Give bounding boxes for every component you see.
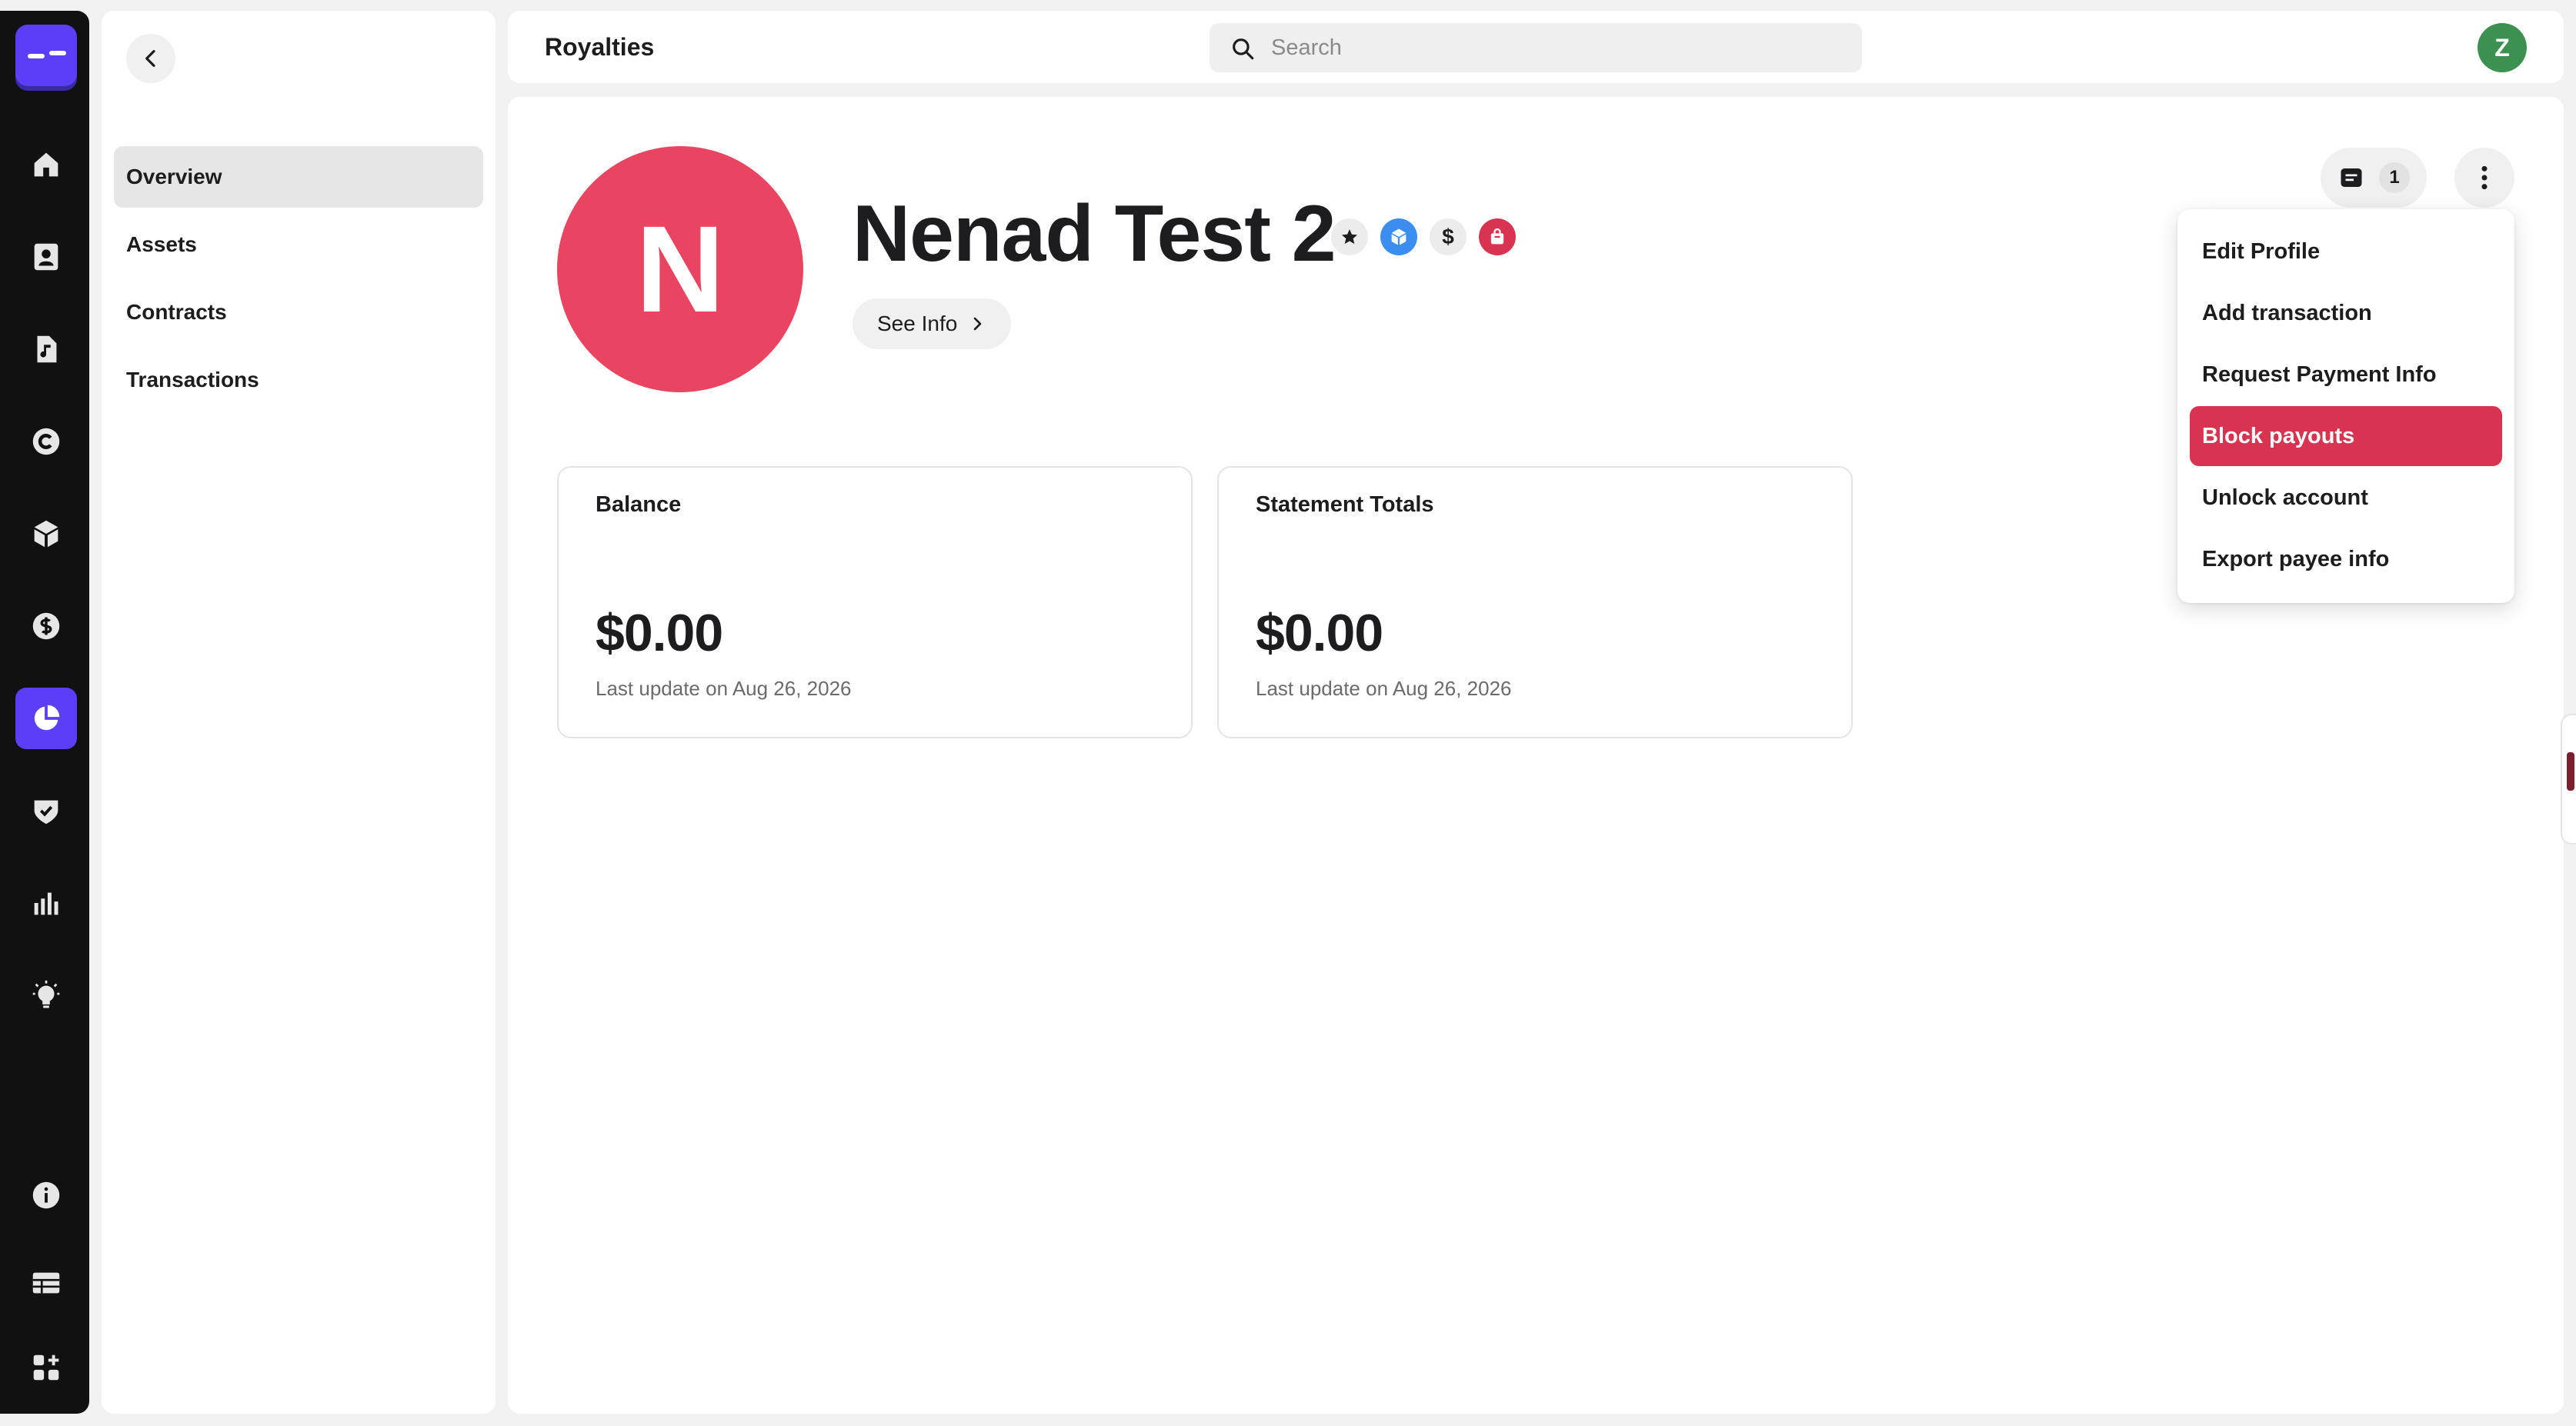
menu-item-block-payouts[interactable]: Block payouts (2190, 406, 2502, 466)
music-note-icon[interactable] (15, 318, 77, 380)
see-info-label: See Info (877, 312, 958, 335)
nav-item-transactions[interactable]: Transactions (114, 349, 483, 411)
message-count-badge: 1 (2379, 162, 2410, 193)
pie-chart-icon[interactable] (15, 688, 77, 749)
card-amount: $0.00 (1256, 604, 1383, 662)
shopping-bag-icon (1479, 218, 1516, 255)
copyright-icon[interactable] (15, 411, 77, 472)
back-button[interactable] (126, 34, 175, 83)
chevron-left-icon (145, 50, 155, 67)
cube-icon (1380, 218, 1417, 255)
card-amount: $0.00 (596, 604, 723, 662)
payee-name: Nenad Test 2 (853, 189, 1336, 278)
chevron-right-icon (974, 317, 982, 331)
nav-item-assets[interactable]: Assets (114, 214, 483, 275)
bar-chart-icon[interactable] (15, 872, 77, 934)
box-icon[interactable] (15, 503, 77, 565)
menu-item-add-transaction[interactable]: Add transaction (2190, 283, 2502, 343)
top-header: Royalties Z (508, 11, 2564, 83)
side-drawer-handle[interactable] (2561, 714, 2576, 845)
user-avatar[interactable]: Z (2478, 23, 2527, 72)
lightbulb-icon[interactable] (15, 965, 77, 1026)
messages-button[interactable]: 1 (2321, 148, 2427, 208)
card-last-update: Last update on Aug 26, 2026 (1256, 677, 1512, 700)
more-vertical-icon (2481, 165, 2488, 190)
dollar-badge-icon: $ (1430, 218, 1467, 255)
card-title: Statement Totals (1256, 492, 1434, 517)
info-icon[interactable] (15, 1164, 77, 1226)
statement-totals-card: Statement Totals $0.00 Last update on Au… (1217, 466, 1853, 738)
page-title: Royalties (545, 33, 655, 61)
nav-item-contracts[interactable]: Contracts (114, 282, 483, 343)
menu-item-export-payee-info[interactable]: Export payee info (2190, 529, 2502, 589)
card-title: Balance (596, 492, 682, 517)
search-icon (1233, 38, 1254, 60)
message-icon (2341, 168, 2362, 187)
payee-avatar: N (557, 146, 803, 392)
table-icon[interactable] (15, 1252, 77, 1314)
nav-item-overview[interactable]: Overview (114, 146, 483, 208)
app-logo[interactable] (15, 25, 77, 86)
search-input[interactable] (1271, 23, 1840, 72)
section-nav: Overview Assets Contracts Transactions (102, 11, 496, 1414)
home-icon[interactable] (15, 134, 77, 195)
balance-card: Balance $0.00 Last update on Aug 26, 202… (557, 466, 1193, 738)
more-options-button[interactable] (2454, 148, 2514, 208)
menu-item-request-payment-info[interactable]: Request Payment Info (2190, 345, 2502, 405)
card-last-update: Last update on Aug 26, 2026 (596, 677, 852, 700)
options-menu: Edit Profile Add transaction Request Pay… (2177, 209, 2514, 603)
dollar-icon[interactable] (15, 595, 77, 657)
see-info-button[interactable]: See Info (853, 298, 1012, 349)
payee-overview: N Nenad Test 2 $ See Info Balance $0.00 … (508, 97, 2564, 1414)
icon-rail (0, 11, 89, 1414)
contacts-icon[interactable] (15, 226, 77, 288)
payee-badges: $ (1331, 218, 1516, 255)
menu-item-unlock-account[interactable]: Unlock account (2190, 468, 2502, 528)
search-bar[interactable] (1210, 23, 1862, 72)
star-icon (1331, 218, 1368, 255)
shield-check-icon[interactable] (15, 780, 77, 841)
menu-item-edit-profile[interactable]: Edit Profile (2190, 222, 2502, 282)
app-root: Overview Assets Contracts Transactions R… (0, 0, 2576, 1426)
apps-icon[interactable] (15, 1337, 77, 1398)
